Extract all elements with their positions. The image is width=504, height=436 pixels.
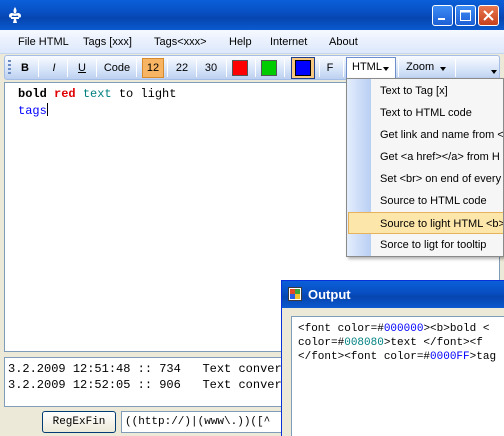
chevron-down-icon [383,67,389,71]
output-window: Output <font color=#000000><b>bold < col… [281,280,504,436]
color-blue-swatch [295,60,311,76]
html-dropdown-menu: Text to Tag [x] Text to HTML code Get li… [346,78,504,257]
output-line: <font color=#000000><b>bold < [298,322,504,336]
output-color-code: 0000FF [430,351,470,363]
toolbar-grip[interactable] [8,60,11,76]
window-icon [288,287,302,301]
regex-find-button[interactable]: RegExFin [42,411,116,433]
fleur-de-lis-icon [6,6,24,24]
output-text-segment: >text </font><f [383,337,483,349]
editor-line: tags [18,103,48,118]
menu-item-text-to-html-code[interactable]: Text to HTML code [348,102,503,124]
menu-tags-brackets[interactable]: Tags [xxx] [83,36,132,48]
output-text-segment: >tag [469,351,497,363]
log-count: 734 [159,362,181,376]
toolbar-separator [167,59,168,77]
menu-internet[interactable]: Internet [270,36,307,48]
output-text-segment: color=# [298,337,345,349]
log-message: Text convert [202,378,289,392]
italic-button[interactable]: I [44,58,64,78]
minimize-button[interactable] [432,5,453,26]
output-textarea[interactable]: <font color=#000000><b>bold < color=#008… [291,316,504,436]
toolbar-separator [136,59,137,77]
menu-item-get-link-and-name[interactable]: Get link and name from <a [348,124,503,146]
menu-file-html[interactable]: File HTML [18,36,69,48]
log-date: 3.2.2009 [8,362,66,376]
output-text-segment: </font><font color=# [298,351,431,363]
toolbar-separator [226,59,227,77]
toolbar-separator [455,59,456,77]
title-bar[interactable] [0,0,504,30]
menu-tags-angle[interactable]: Tags<xxx> [154,36,207,48]
editor-word-text: text [82,87,112,101]
close-icon [483,10,494,21]
menu-item-text-to-tag[interactable]: Text to Tag [x] [348,80,503,102]
html-dropdown-label: HTML [352,61,382,73]
size-12-button[interactable]: 12 [142,58,164,78]
toolbar-separator [96,59,97,77]
menu-about[interactable]: About [329,36,358,48]
text-caret [46,103,48,116]
toolbar: B I U Code 12 22 30 F HTML Zoom [4,55,500,80]
toolbar-separator [67,59,68,77]
menu-bar: File HTML Tags [xxx] Tags<xxx> Help Inte… [0,30,504,54]
output-text-segment: <font color=# [298,323,384,335]
size-30-button[interactable]: 30 [200,58,222,78]
zoom-dropdown-button[interactable]: Zoom [400,57,452,79]
toolbar-separator [398,59,399,77]
log-count: 906 [159,378,181,392]
maximize-button[interactable] [455,5,476,26]
maximize-icon [460,10,471,21]
output-color-code: 008080 [344,337,384,349]
color-blue-button[interactable] [291,57,315,79]
overflow-chevron-icon[interactable] [491,70,497,74]
menu-item-set-br[interactable]: Set <br> on end of every [348,168,503,190]
log-date: 3.2.2009 [8,378,66,392]
output-line: color=#008080>text </font><f [298,336,504,350]
bold-button[interactable]: B [15,58,35,78]
log-message: Text convert [202,362,289,376]
size-22-button[interactable]: 22 [171,58,193,78]
editor-word-to: to [118,87,134,101]
menu-item-get-a-href[interactable]: Get <a href></a> from H [348,146,503,168]
menu-help[interactable]: Help [229,36,252,48]
code-button[interactable]: Code [101,58,133,78]
output-line: </font><font color=#0000FF>tag [298,350,504,364]
log-separator: :: [137,362,153,376]
toolbar-separator [255,59,256,77]
chevron-down-icon [440,67,446,71]
editor-word-light: light [140,87,177,101]
editor-word-tags: tags [18,104,47,118]
menu-item-source-to-tooltip[interactable]: Sorce to ligt for tooltip [348,234,503,256]
toolbar-separator [38,59,39,77]
close-button[interactable] [478,5,499,26]
output-title-bar[interactable]: Output [282,281,504,308]
regex-input[interactable]: ((http://)|(www\.))([^ [121,411,291,433]
zoom-dropdown-label: Zoom [406,61,435,73]
log-time: 12:51:48 [72,362,131,376]
minimize-icon [438,18,445,20]
toolbar-separator [319,59,320,77]
output-text-segment: ><b>bold < [423,323,490,335]
font-button[interactable]: F [321,58,339,78]
toolbar-separator [284,59,285,77]
log-row: 3.2.2009 12:51:48 :: 734 Text convert [8,362,289,376]
log-separator: :: [137,378,153,392]
toolbar-separator [196,59,197,77]
output-title: Output [308,287,351,302]
editor-line: bold red text to light [18,87,176,101]
html-dropdown-button[interactable]: HTML [346,57,396,79]
menu-item-source-to-light-html[interactable]: Source to light HTML <b> [348,212,503,234]
output-color-code: 000000 [383,323,424,335]
log-row: 3.2.2009 12:52:05 :: 906 Text convert [8,378,289,392]
toolbar-separator [343,59,344,77]
log-time: 12:52:05 [72,378,131,392]
menu-item-source-to-html-code[interactable]: Source to HTML code [348,190,503,212]
color-red-button[interactable] [232,60,248,76]
underline-button[interactable]: U [72,58,92,78]
color-green-button[interactable] [261,60,277,76]
editor-word-red: red [54,87,76,101]
editor-word-bold: bold [18,87,47,101]
